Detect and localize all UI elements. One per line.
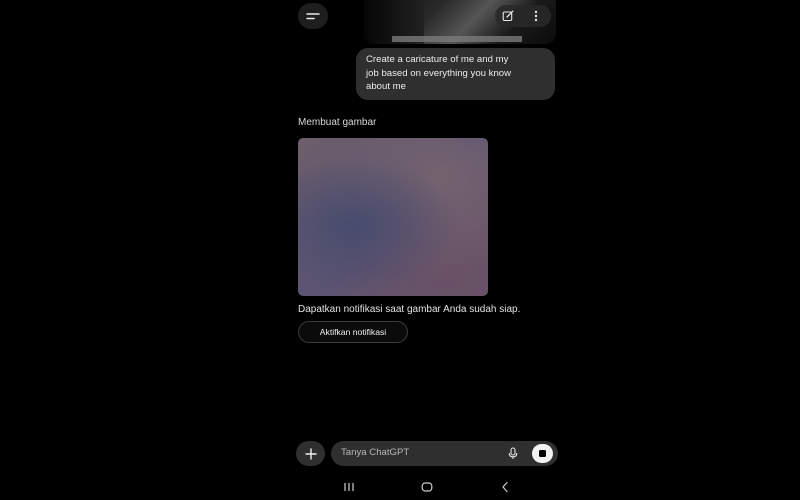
enable-notifications-label: Aktifkan notifikasi <box>319 327 387 337</box>
menu-icon <box>306 13 320 20</box>
user-message-bubble: Create a caricature of me and my job bas… <box>356 48 555 100</box>
message-composer[interactable]: Tanya ChatGPT <box>331 441 558 466</box>
attach-button[interactable] <box>296 441 325 466</box>
back-icon <box>502 481 508 493</box>
stop-generation-button[interactable] <box>532 444 553 463</box>
menu-button[interactable] <box>298 3 328 29</box>
plus-icon <box>304 447 317 460</box>
generation-status-label: Membuat gambar <box>298 117 377 128</box>
stop-icon <box>539 450 546 457</box>
user-message-line: about me <box>366 81 407 92</box>
voice-input-button[interactable] <box>506 446 520 461</box>
more-options-button[interactable] <box>521 5 551 27</box>
enable-notifications-button[interactable]: Aktifkan notifikasi <box>298 321 408 343</box>
edit-icon <box>502 10 514 22</box>
edit-image-button[interactable] <box>495 5 521 27</box>
home-button[interactable] <box>417 478 437 496</box>
user-message-line: job based on everything you know <box>366 67 512 79</box>
notification-prompt-text: Dapatkan notifikasi saat gambar Anda sud… <box>298 304 521 315</box>
generating-image-placeholder <box>298 138 488 296</box>
recents-button[interactable] <box>339 478 359 496</box>
microphone-icon <box>508 447 518 459</box>
user-message-line: Create a caricature of me and my <box>366 54 509 65</box>
message-input[interactable]: Tanya ChatGPT <box>341 447 409 458</box>
recents-icon <box>344 483 354 491</box>
system-navigation-bar <box>0 478 800 496</box>
back-button[interactable] <box>495 478 515 496</box>
more-vertical-icon <box>534 10 538 22</box>
chat-screen: Create a caricature of me and my job bas… <box>0 0 800 500</box>
home-icon <box>421 482 433 492</box>
photo-highlight <box>392 36 522 42</box>
